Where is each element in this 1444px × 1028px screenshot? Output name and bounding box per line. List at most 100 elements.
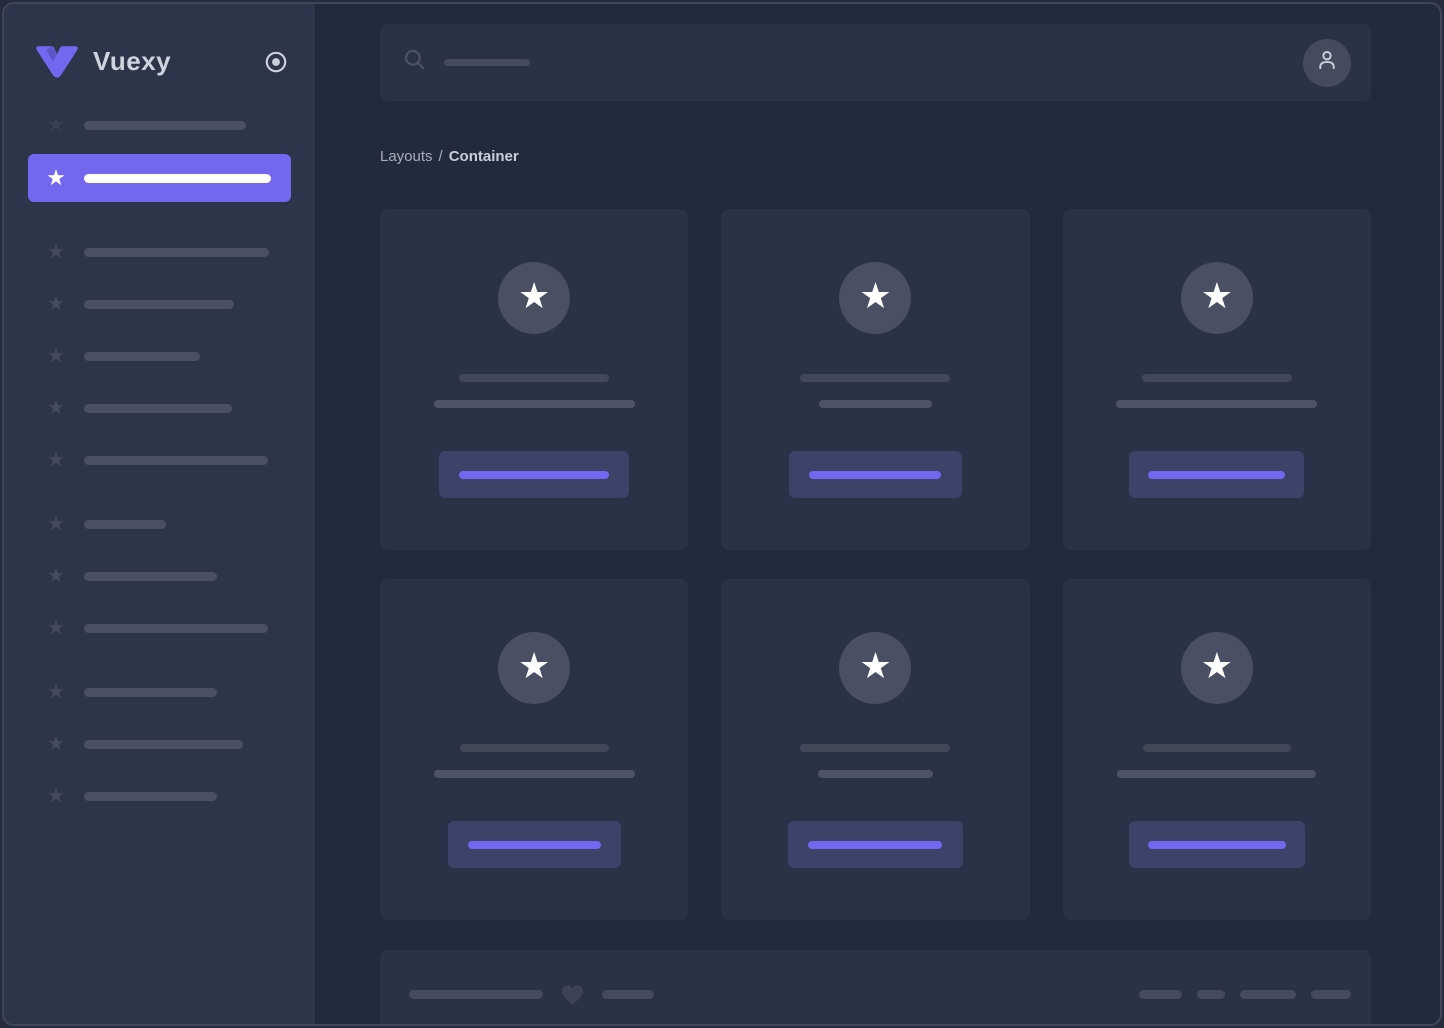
skeleton-bar (84, 791, 217, 801)
sidebar-nav: ★ ★ ★ ★ ★ ★ ★ ★ ★ ★ ★ ★ ★ (4, 111, 315, 850)
card-avatar: ★ (1180, 632, 1253, 704)
star-icon: ★ (518, 645, 551, 686)
sidebar-item[interactable]: ★ (4, 562, 315, 590)
breadcrumb-current: Container (448, 148, 519, 165)
card-subtitle-skeleton (433, 400, 635, 408)
star-icon: ★ (518, 275, 551, 316)
layout-card: ★ (380, 579, 689, 920)
sidebar-item[interactable]: ★ (4, 342, 315, 370)
topbar (380, 24, 1371, 101)
layout-card: ★ (380, 209, 689, 550)
star-icon: ★ (47, 449, 65, 471)
card-button[interactable] (439, 451, 630, 498)
star-icon: ★ (47, 565, 65, 587)
record-circle-icon[interactable] (263, 49, 289, 75)
skeleton-bar (84, 173, 271, 183)
cards-grid: ★ ★ ★ ★ ★ ★ (380, 209, 1371, 920)
star-icon: ★ (47, 114, 65, 136)
skeleton-bar (84, 299, 234, 309)
footer-link-skeleton (1197, 989, 1225, 999)
skeleton-bar (84, 739, 243, 749)
skeleton-bar (84, 455, 268, 465)
skeleton-bar (84, 687, 217, 697)
magnifier-icon (402, 47, 428, 78)
card-button[interactable] (1128, 821, 1305, 868)
card-subtitle-skeleton (1116, 400, 1318, 408)
card-subtitle-skeleton (1117, 770, 1317, 778)
button-label-skeleton (459, 470, 610, 479)
button-label-skeleton (809, 470, 942, 479)
brand-title: Vuexy (93, 46, 172, 76)
sidebar: Vuexy ★ ★ ★ ★ ★ ★ ★ ★ ★ ★ ★ ★ ★ (4, 4, 315, 1024)
star-icon: ★ (859, 645, 892, 686)
skeleton-bar (84, 519, 166, 529)
footer-link-skeleton (1240, 989, 1296, 999)
card-button[interactable] (447, 821, 621, 868)
person-icon (1314, 47, 1340, 78)
star-icon: ★ (47, 733, 65, 755)
card-title-skeleton (1141, 374, 1292, 382)
user-avatar[interactable] (1303, 38, 1351, 87)
sidebar-item[interactable]: ★ (4, 290, 315, 318)
sidebar-item[interactable]: ★ (4, 614, 315, 642)
breadcrumb: Layouts / Container (380, 148, 1371, 165)
star-icon: ★ (47, 241, 65, 263)
layout-card: ★ (1062, 209, 1371, 550)
sidebar-item[interactable]: ★ (4, 446, 315, 474)
card-button[interactable] (788, 451, 962, 498)
sidebar-item[interactable]: ★ (4, 678, 315, 706)
star-icon: ★ (1200, 645, 1233, 686)
sidebar-header: Vuexy (4, 4, 315, 101)
card-subtitle-skeleton (817, 770, 933, 778)
card-button[interactable] (787, 821, 963, 868)
sidebar-item[interactable]: ★ (4, 510, 315, 538)
layout-card: ★ (1062, 579, 1371, 920)
star-icon: ★ (47, 513, 65, 535)
skeleton-bar (84, 351, 200, 361)
card-avatar: ★ (498, 632, 571, 704)
star-icon: ★ (47, 617, 65, 639)
card-button[interactable] (1129, 451, 1305, 498)
sidebar-item[interactable]: ★ (4, 782, 315, 810)
card-subtitle-skeleton (818, 400, 932, 408)
star-icon: ★ (859, 275, 892, 316)
skeleton-bar (84, 247, 269, 257)
card-avatar: ★ (839, 632, 912, 704)
button-label-skeleton (467, 840, 601, 849)
star-icon: ★ (47, 397, 65, 419)
app-window: Vuexy ★ ★ ★ ★ ★ ★ ★ ★ ★ ★ ★ ★ ★ Layouts … (2, 2, 1442, 1026)
button-label-skeleton (1148, 470, 1286, 479)
star-icon: ★ (46, 165, 66, 190)
sidebar-item[interactable]: ★ (4, 730, 315, 758)
sidebar-item-active[interactable]: ★ (28, 154, 291, 202)
star-icon: ★ (1200, 275, 1233, 316)
footer-links (1139, 989, 1351, 999)
search-input[interactable] (402, 47, 1303, 78)
sidebar-item[interactable]: ★ (4, 111, 315, 139)
card-title-skeleton (459, 744, 609, 752)
footer (380, 950, 1371, 1024)
star-icon: ★ (47, 345, 65, 367)
layout-card: ★ (721, 209, 1030, 550)
footer-link-skeleton (1139, 989, 1182, 999)
sidebar-item[interactable]: ★ (4, 238, 315, 266)
skeleton-bar (84, 623, 268, 633)
skeleton-bar (84, 120, 246, 130)
button-label-skeleton (808, 840, 943, 849)
star-icon: ★ (47, 785, 65, 807)
sidebar-item[interactable]: ★ (4, 394, 315, 422)
card-subtitle-skeleton (433, 770, 635, 778)
skeleton-bar (84, 403, 232, 413)
button-label-skeleton (1147, 840, 1286, 849)
card-title-skeleton (459, 374, 610, 382)
breadcrumb-separator: / (438, 148, 443, 165)
star-icon: ★ (47, 681, 65, 703)
footer-text-skeleton (602, 989, 654, 999)
skeleton-bar (84, 571, 217, 581)
star-icon: ★ (47, 293, 65, 315)
breadcrumb-section[interactable]: Layouts (380, 148, 433, 165)
vuexy-v-logo-icon (34, 45, 80, 79)
heart-icon (560, 983, 585, 1006)
card-avatar: ★ (839, 262, 912, 334)
card-title-skeleton (800, 744, 951, 752)
